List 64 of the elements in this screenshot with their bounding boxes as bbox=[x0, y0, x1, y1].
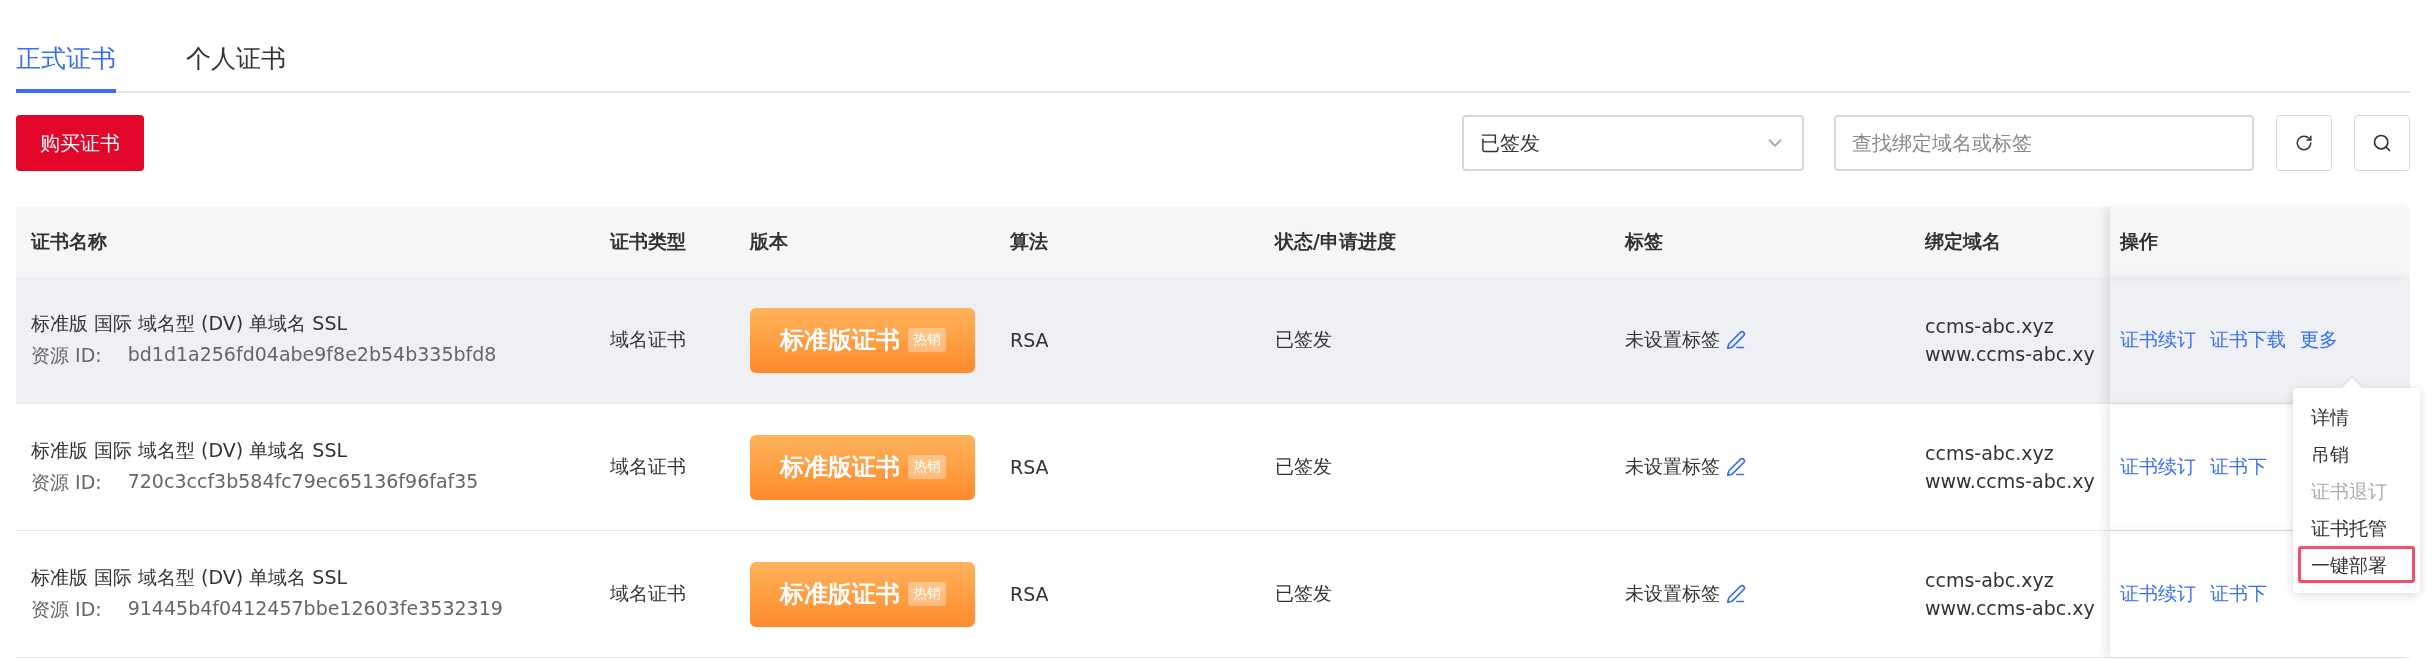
action-link[interactable]: 证书续订 bbox=[2120, 327, 2196, 353]
certificate-name: 标准版 国际 域名型 (DV) 单域名 SSL bbox=[31, 438, 349, 463]
bound-domain: www.ccms-abc.xy bbox=[1925, 470, 2096, 492]
action-link[interactable]: 证书下载 bbox=[2210, 327, 2286, 353]
column-header: 状态/申请进度 bbox=[1275, 229, 1397, 254]
version-text: 标准版证书 bbox=[779, 325, 900, 356]
hot-tag: 热销 bbox=[907, 328, 946, 352]
search-button[interactable] bbox=[2354, 115, 2410, 171]
action-link[interactable]: 证书下 bbox=[2210, 454, 2267, 480]
tag-text: 未设置标签 bbox=[1625, 581, 1720, 606]
refresh-icon bbox=[2295, 134, 2313, 152]
certificate-type: 域名证书 bbox=[610, 454, 687, 479]
status-filter-dropdown[interactable]: 已签发 bbox=[1462, 115, 1804, 171]
tag-text: 未设置标签 bbox=[1625, 327, 1720, 352]
tab[interactable]: 个人证书 bbox=[186, 42, 286, 93]
action-link[interactable]: 证书下 bbox=[2210, 581, 2267, 607]
column-header: 证书名称 bbox=[29, 229, 108, 254]
resource-id-label: 资源 ID: bbox=[31, 597, 102, 622]
version-text: 标准版证书 bbox=[779, 579, 900, 610]
action-link[interactable]: 证书续订 bbox=[2120, 581, 2196, 607]
certificate-type: 域名证书 bbox=[610, 581, 687, 606]
search-field[interactable]: 查找绑定域名或标签 bbox=[1834, 115, 2254, 171]
action-link[interactable]: 证书续订 bbox=[2120, 454, 2196, 480]
version-text: 标准版证书 bbox=[779, 452, 900, 483]
resource-id: 91445b4f0412457bbe12603fe3532319 bbox=[127, 597, 503, 621]
bound-domain: www.ccms-abc.xy bbox=[1925, 343, 2096, 365]
column-header: 标签 bbox=[1625, 229, 1664, 254]
menu-item[interactable]: 一键部署 bbox=[2298, 546, 2415, 583]
algorithm: RSA bbox=[1010, 583, 1050, 605]
status: 已签发 bbox=[1275, 581, 1333, 606]
menu-item[interactable]: 证书托管 bbox=[2298, 509, 2415, 546]
certificate-name: 标准版 国际 域名型 (DV) 单域名 SSL bbox=[31, 311, 349, 336]
algorithm: RSA bbox=[1010, 456, 1050, 478]
tag-text: 未设置标签 bbox=[1625, 454, 1720, 479]
certificate-name: 标准版 国际 域名型 (DV) 单域名 SSL bbox=[31, 565, 349, 590]
status: 已签发 bbox=[1275, 454, 1333, 479]
column-header: 绑定域名 bbox=[1925, 229, 2002, 254]
refresh-button[interactable] bbox=[2276, 115, 2332, 171]
hot-tag: 热销 bbox=[907, 582, 946, 606]
resource-id-label: 资源 ID: bbox=[31, 470, 102, 495]
bound-domain: ccms-abc.xyz bbox=[1925, 442, 2055, 464]
pencil-icon[interactable] bbox=[1726, 584, 1746, 604]
column-header: 操作 bbox=[2110, 207, 2410, 277]
bound-domain: ccms-abc.xyz bbox=[1925, 315, 2055, 337]
buy-certificate-button[interactable]: 购买证书 bbox=[16, 115, 144, 171]
pencil-icon[interactable] bbox=[1726, 330, 1746, 350]
action-link[interactable]: 更多 bbox=[2300, 327, 2338, 353]
bound-domain: ccms-abc.xyz bbox=[1925, 569, 2055, 591]
certificate-type: 域名证书 bbox=[610, 327, 687, 352]
menu-item[interactable]: 吊销 bbox=[2298, 435, 2415, 472]
resource-id: 720c3ccf3b584fc79ec65136f96faf35 bbox=[127, 470, 479, 494]
menu-item[interactable]: 详情 bbox=[2298, 398, 2415, 435]
resource-id-label: 资源 ID: bbox=[31, 343, 102, 368]
column-header: 版本 bbox=[750, 229, 789, 254]
hot-tag: 热销 bbox=[907, 455, 946, 479]
search-icon bbox=[2372, 133, 2392, 153]
column-header: 算法 bbox=[1010, 229, 1049, 254]
column-header: 证书类型 bbox=[610, 229, 687, 254]
pencil-icon[interactable] bbox=[1726, 457, 1746, 477]
bound-domain: www.ccms-abc.xy bbox=[1925, 597, 2096, 619]
tab[interactable]: 正式证书 bbox=[16, 42, 116, 93]
status: 已签发 bbox=[1275, 327, 1333, 352]
algorithm: RSA bbox=[1010, 329, 1050, 351]
resource-id: bd1d1a256fd04abe9f8e2b54b335bfd8 bbox=[127, 343, 497, 367]
